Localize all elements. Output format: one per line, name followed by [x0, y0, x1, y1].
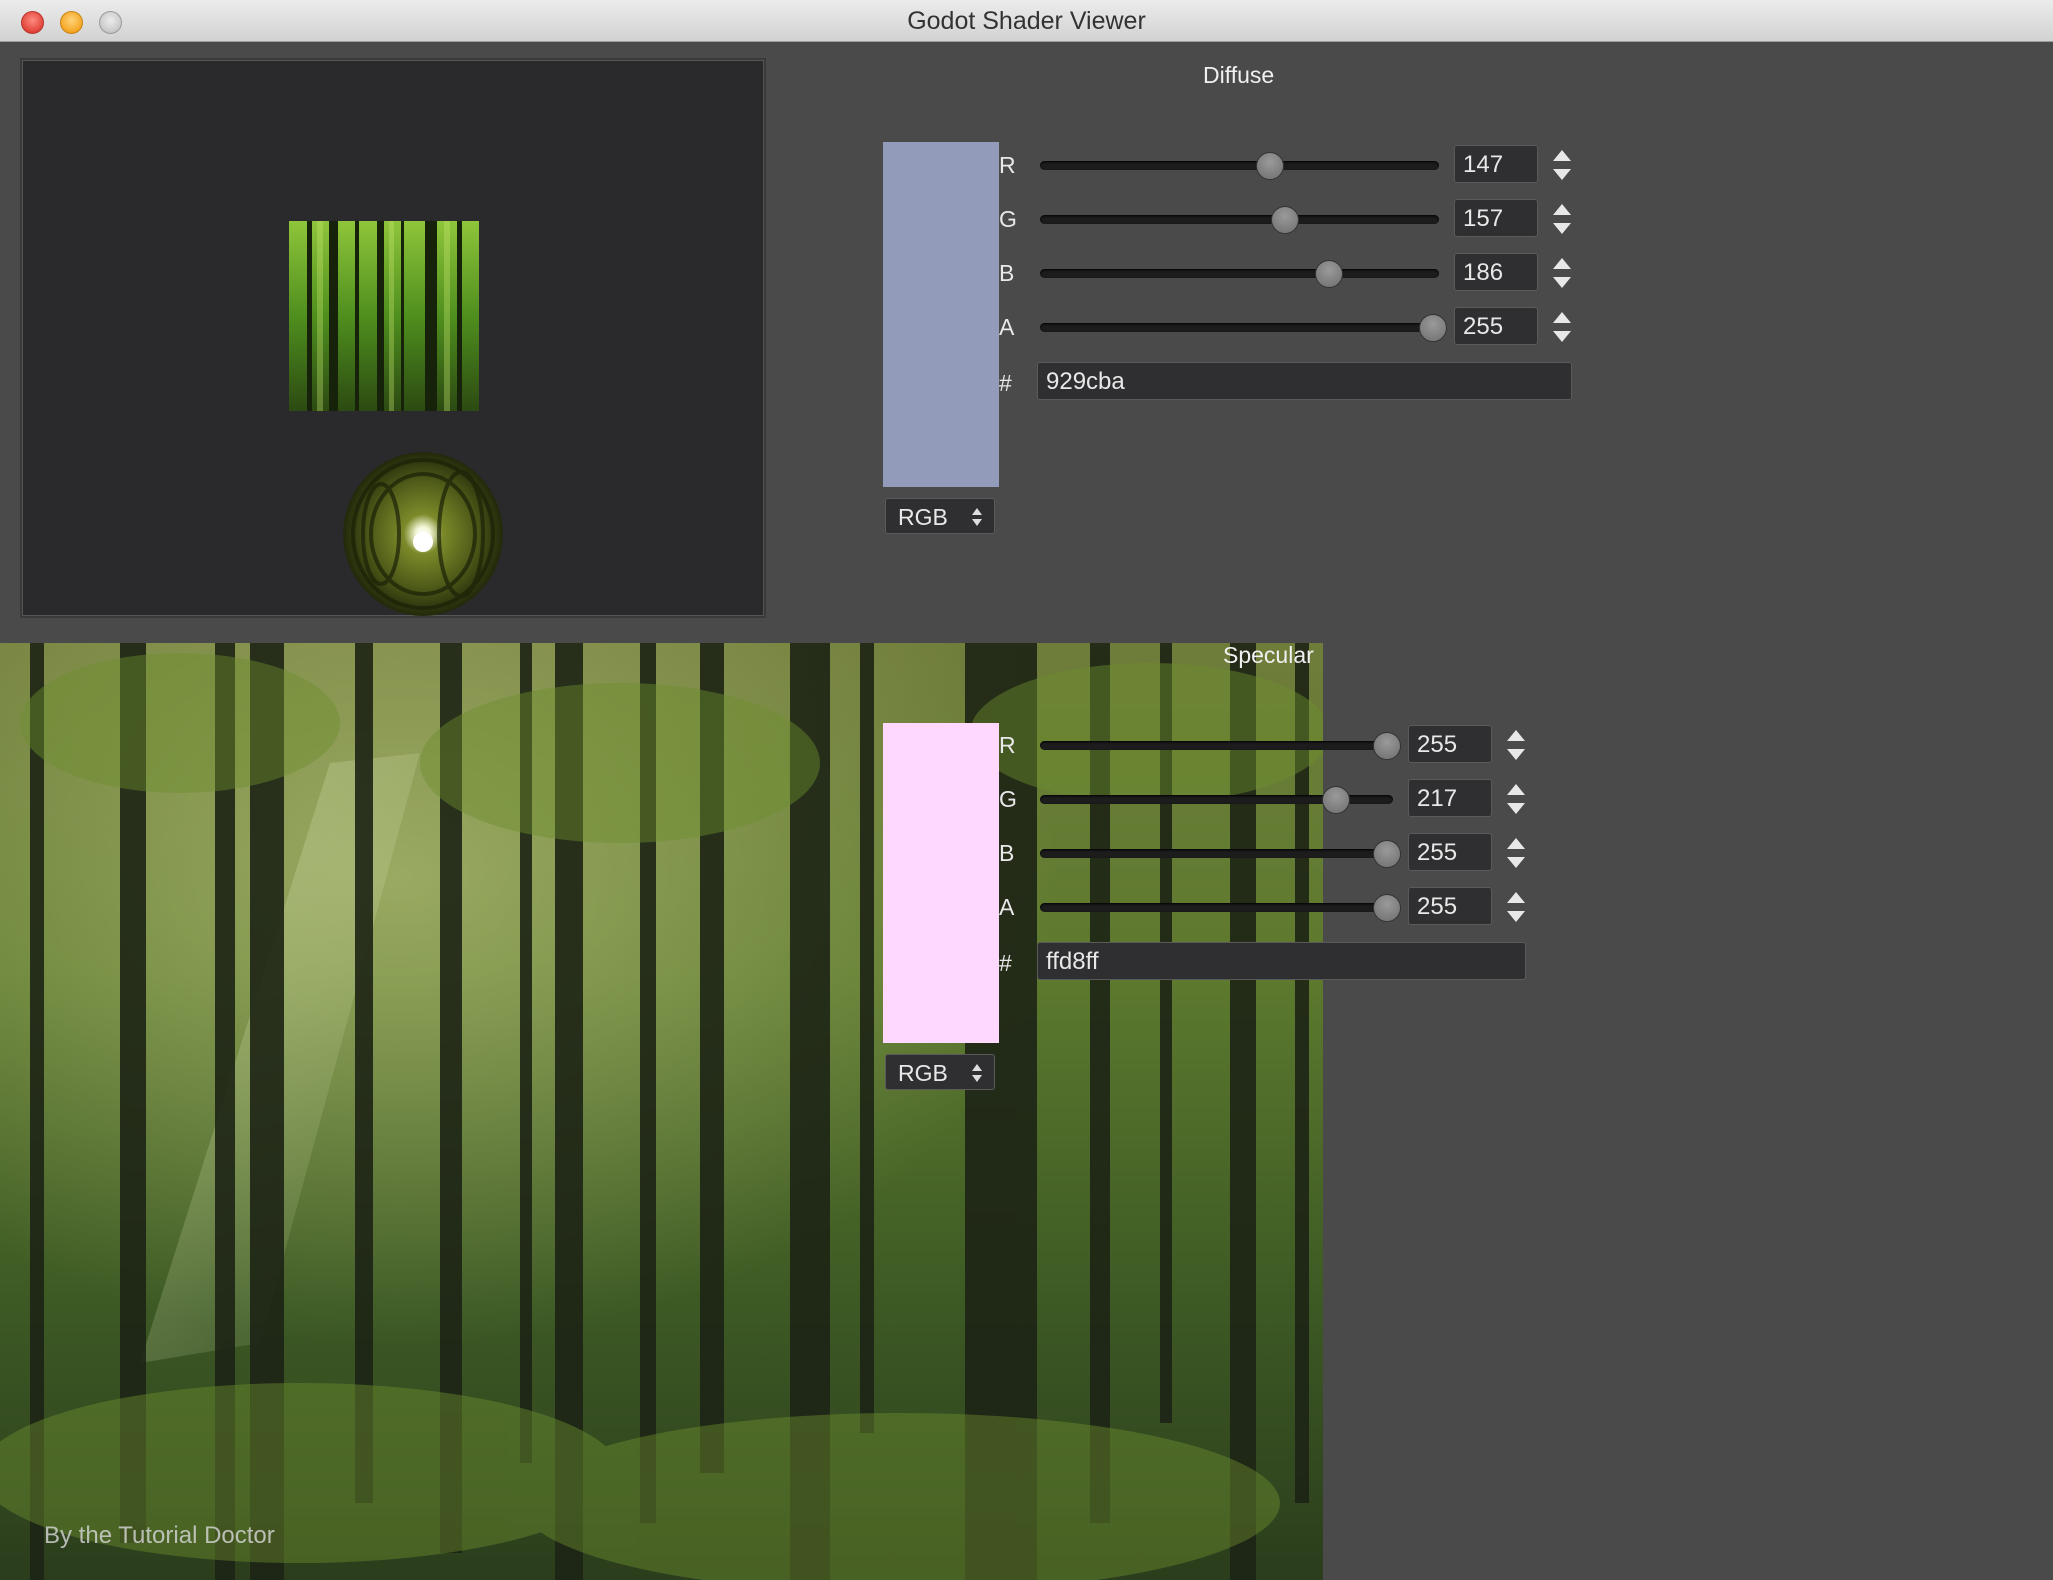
window-title: Godot Shader Viewer	[907, 7, 1146, 35]
specular-slider-thumb-r[interactable]	[1373, 732, 1401, 760]
diffuse-mode-select[interactable]: RGB	[885, 498, 995, 534]
specular-mode-select[interactable]: RGB	[885, 1054, 995, 1090]
diffuse-channel-label-r: R	[999, 152, 1016, 178]
specular-channel-label-b: B	[999, 840, 1015, 866]
diffuse-hex-label: #	[999, 370, 1012, 396]
specular-slider-r[interactable]	[1040, 741, 1393, 750]
diffuse-hex-input[interactable]: 929cba	[1037, 362, 1572, 400]
specular-value-input-r[interactable]: 255	[1408, 725, 1492, 763]
select-arrows-icon	[972, 508, 982, 526]
spinner-arrows-icon[interactable]	[1505, 835, 1527, 871]
specular-title: Specular	[1223, 642, 1314, 668]
diffuse-slider-thumb-a[interactable]	[1419, 314, 1447, 342]
preview-panel	[20, 58, 766, 618]
shaded-sphere-preview	[343, 452, 503, 617]
diffuse-slider-b[interactable]	[1040, 269, 1439, 278]
spinner-arrows-icon[interactable]	[1551, 147, 1573, 183]
diffuse-color-swatch	[883, 142, 999, 487]
title-bar: Godot Shader Viewer	[0, 0, 2053, 42]
spinner-arrows-icon[interactable]	[1551, 255, 1573, 291]
diffuse-slider-thumb-b[interactable]	[1314, 260, 1343, 288]
diffuse-channel-label-b: B	[999, 260, 1015, 286]
diffuse-slider-r[interactable]	[1040, 161, 1439, 170]
specular-channel-label-a: A	[999, 894, 1015, 920]
spinner-arrows-icon[interactable]	[1505, 889, 1527, 925]
diffuse-mode-label: RGB	[898, 504, 948, 530]
diffuse-value-input-g[interactable]: 157	[1454, 199, 1538, 237]
specular-channel-label-g: G	[999, 786, 1017, 812]
specular-slider-a[interactable]	[1040, 903, 1393, 912]
spinner-arrows-icon[interactable]	[1551, 309, 1573, 345]
background-texture: By the Tutorial Doctor	[0, 643, 1323, 1580]
diffuse-value-input-a[interactable]: 255	[1454, 307, 1538, 345]
diffuse-value-input-r[interactable]: 147	[1454, 145, 1538, 183]
specular-value-input-b[interactable]: 255	[1408, 833, 1492, 871]
specular-mode-label: RGB	[898, 1060, 948, 1086]
texture-thumbnail	[289, 221, 479, 411]
spinner-arrows-icon[interactable]	[1551, 201, 1573, 237]
specular-slider-thumb-b[interactable]	[1373, 840, 1401, 868]
specular-slider-thumb-a[interactable]	[1373, 894, 1401, 922]
diffuse-slider-thumb-r[interactable]	[1255, 152, 1284, 180]
diffuse-value-input-b[interactable]: 186	[1454, 253, 1538, 291]
diffuse-title: Diffuse	[1203, 62, 1275, 88]
credit-text: By the Tutorial Doctor	[44, 1522, 275, 1549]
specular-value-input-g[interactable]: 217	[1408, 779, 1492, 817]
specular-hex-label: #	[999, 950, 1012, 976]
specular-value-input-a[interactable]: 255	[1408, 887, 1492, 925]
select-arrows-icon	[972, 1064, 982, 1082]
diffuse-slider-g[interactable]	[1040, 215, 1439, 224]
specular-color-swatch	[883, 723, 999, 1043]
specular-slider-thumb-g[interactable]	[1322, 786, 1351, 814]
diffuse-channel-label-a: A	[999, 314, 1015, 340]
diffuse-slider-thumb-g[interactable]	[1271, 206, 1300, 234]
specular-slider-b[interactable]	[1040, 849, 1393, 858]
forest-image	[0, 643, 1323, 1580]
diffuse-channel-label-g: G	[999, 206, 1017, 232]
spinner-arrows-icon[interactable]	[1505, 727, 1527, 763]
diffuse-slider-a[interactable]	[1040, 323, 1439, 332]
specular-hex-input[interactable]: ffd8ff	[1037, 942, 1526, 980]
spinner-arrows-icon[interactable]	[1505, 781, 1527, 817]
specular-channel-label-r: R	[999, 732, 1016, 758]
